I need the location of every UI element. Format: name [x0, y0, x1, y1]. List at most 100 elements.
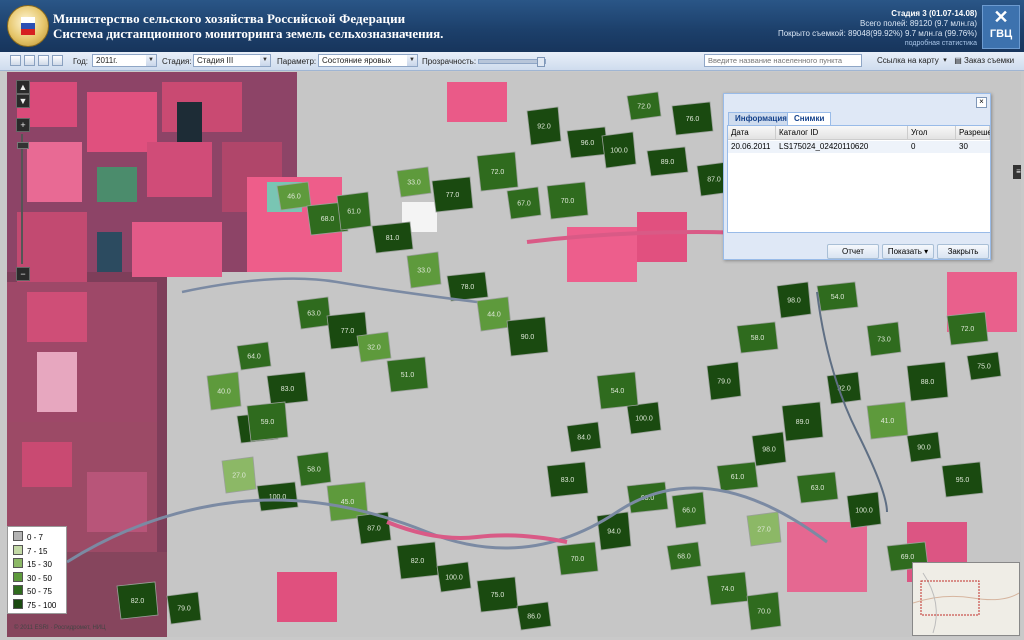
pan-down-button[interactable]: ▼ [16, 94, 30, 108]
imagery-dialog: × Информация Снимки Дата Каталог ID Угол… [723, 93, 991, 260]
legend-label: 0 - 7 [27, 533, 44, 542]
legend-label: 75 - 100 [27, 600, 57, 610]
year-label: Год: [73, 57, 88, 66]
field-value-label: 61.0 [347, 209, 361, 216]
field-value-label: 82.0 [131, 598, 145, 605]
field-value-label: 77.0 [341, 328, 355, 335]
field-value-label: 72.0 [637, 104, 651, 111]
legend-swatch [13, 585, 23, 595]
chevron-down-icon: ▼ [407, 55, 417, 66]
tab-information[interactable]: Информация [728, 112, 794, 125]
chevron-down-icon: ▼ [260, 55, 270, 66]
field-value-label: 75.0 [491, 592, 505, 599]
zoom-tool-icon[interactable] [24, 55, 35, 66]
ministry-title: Министерство сельского хозяйства Российс… [53, 11, 406, 26]
close-icon[interactable]: × [976, 97, 987, 108]
legend-item: 30 - 50 [13, 571, 52, 583]
flag-icon [21, 17, 35, 35]
field-value-label: 100.0 [610, 148, 628, 155]
field-value-label: 92.0 [537, 124, 551, 131]
tab-images[interactable]: Снимки [787, 112, 832, 125]
field-value-label: 90.0 [521, 334, 535, 341]
field-value-label: 68.0 [677, 554, 691, 561]
layers-toggle-button[interactable]: ≡ [1013, 165, 1021, 179]
field-value-label: 66.0 [682, 508, 696, 515]
field-value-label: 32.0 [367, 345, 381, 352]
row-date: 20.06.2011 [731, 142, 771, 151]
legend-swatch [13, 531, 23, 541]
stage-text: Стадия 3 (01.07-14.08) [891, 9, 977, 18]
column-header-date[interactable]: Дата [728, 126, 776, 140]
legend-label: 30 - 50 [27, 573, 52, 583]
legend-item: 0 - 7 [13, 531, 43, 542]
chevron-down-icon: ▾ [943, 57, 947, 64]
column-header-catalog[interactable]: Каталог ID [776, 126, 908, 140]
field-value-label: 98.0 [762, 447, 776, 454]
settlement-search-input[interactable] [705, 55, 858, 66]
pan-up-button[interactable]: ▲ [16, 80, 30, 94]
legend-item: 50 - 75 [13, 585, 52, 596]
stage-select[interactable]: Стадия III ▼ [193, 54, 271, 67]
show-button[interactable]: Показать ▾ [882, 244, 934, 259]
zoom-out-button[interactable]: − [16, 267, 30, 281]
field-value-label: 78.0 [461, 284, 475, 291]
field-value-label: 75.0 [977, 364, 991, 371]
zoom-in-button[interactable]: + [16, 118, 30, 132]
map-copyright: © 2011 ESRI · Росгидромет, НИЦ [14, 625, 106, 631]
field-value-label: 46.0 [287, 194, 301, 201]
legend-item: 7 - 15 [13, 544, 47, 556]
field-value-label: 89.0 [661, 159, 675, 166]
zoom-track[interactable] [21, 134, 23, 264]
field-value-label: 41.0 [881, 418, 895, 425]
field-value-label: 83.0 [281, 386, 295, 393]
app-header: Министерство сельского хозяйства Российс… [0, 0, 1024, 52]
order-imagery-button[interactable]: Заказ съемки [964, 54, 1014, 67]
slider-handle[interactable] [537, 57, 545, 67]
chevron-down-icon: ▾ [924, 247, 929, 256]
field-value-label: 64.0 [247, 354, 261, 361]
field-value-label: 100.0 [855, 508, 873, 515]
field-value-label: 77.0 [446, 192, 460, 199]
field-value-label: 63.0 [307, 311, 321, 318]
field-value-label: 70.0 [757, 609, 771, 616]
field-value-label: 94.0 [607, 529, 621, 536]
legend-swatch [13, 598, 23, 609]
settlement-search[interactable] [704, 54, 862, 67]
field-value-label: 76.0 [686, 116, 700, 123]
map-link-button[interactable]: Ссылка на карту [877, 54, 939, 67]
field-value-label: 86.0 [527, 614, 541, 621]
field-value-label: 33.0 [417, 268, 431, 275]
field-value-label: 68.0 [321, 216, 335, 223]
order-icon: ▤ [954, 56, 962, 65]
field-value-label: 95.0 [956, 477, 970, 484]
field-value-label: 54.0 [611, 388, 625, 395]
parameter-label: Параметр: [277, 57, 317, 66]
stage-label: Стадия: [162, 57, 192, 66]
print-tool-icon[interactable] [52, 55, 63, 66]
close-button[interactable]: Закрыть [937, 244, 989, 259]
images-grid: Дата Каталог ID Угол Разрешен 20.06.2011… [727, 125, 991, 233]
transparency-slider[interactable] [478, 57, 546, 67]
year-select[interactable]: 2011г. ▼ [92, 54, 157, 67]
statistics-link[interactable]: подробная статистика [778, 39, 977, 49]
parameter-select[interactable]: Состояние яровых ▼ [318, 54, 418, 67]
report-button[interactable]: Отчет [827, 244, 879, 259]
zoom-handle[interactable] [17, 142, 29, 149]
legend-swatch [13, 558, 23, 568]
field-value-label: 61.0 [731, 474, 745, 481]
column-header-angle[interactable]: Угол [908, 126, 956, 140]
field-value-label: 33.0 [407, 180, 421, 187]
overview-map[interactable] [912, 562, 1020, 636]
row-catalog-id: LS175024_02420110620 [779, 142, 869, 151]
field-value-label: 79.0 [717, 379, 731, 386]
field-value-label: 67.0 [517, 201, 531, 208]
field-value-label: 54.0 [831, 294, 845, 301]
field-value-label: 89.0 [796, 419, 810, 426]
column-header-resolution[interactable]: Разрешен [956, 126, 990, 140]
field-value-label: 87.0 [367, 526, 381, 533]
field-value-label: 72.0 [961, 326, 975, 333]
pointer-tool-icon[interactable] [10, 55, 21, 66]
field-value-label: 81.0 [386, 235, 400, 242]
legend-swatch [13, 544, 23, 555]
measure-tool-icon[interactable] [38, 55, 49, 66]
